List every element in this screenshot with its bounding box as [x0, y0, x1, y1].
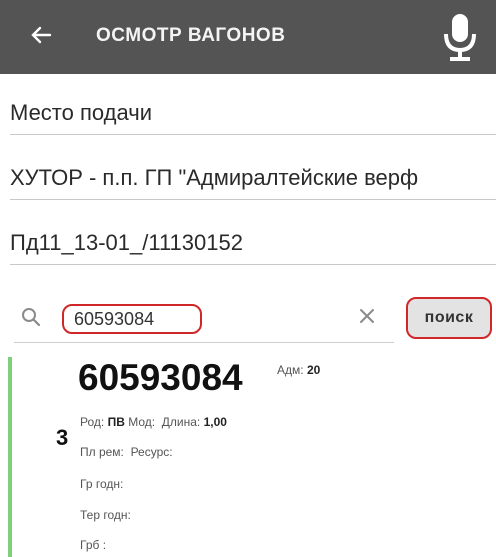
adm-value: 20: [306, 363, 321, 377]
rod-label: Род:: [80, 415, 105, 429]
rod-value: ПВ: [107, 415, 125, 429]
adm-label: Адм:: [277, 363, 304, 377]
microphone-icon[interactable]: [440, 10, 480, 64]
wagon-card[interactable]: 3 60593084 Адм: 20 Род: ПВ Мод: Длина: 1…: [8, 357, 496, 557]
search-input[interactable]: 60593084: [62, 304, 202, 334]
plrem-label: Пл рем:: [80, 445, 124, 459]
repair-line: Пл рем: Ресурс:: [80, 445, 173, 459]
place-label-field[interactable]: Место подачи: [10, 100, 496, 135]
grb-line: Грб :: [80, 538, 107, 552]
arrow-left-icon[interactable]: [30, 20, 52, 50]
length-value: 1,00: [203, 415, 227, 429]
card-index: 3: [56, 425, 69, 450]
adm-info: Адм: 20: [277, 363, 320, 377]
search-bar: 60593084 поиск: [0, 290, 496, 350]
gr-godn-line: Гр годн:: [80, 477, 124, 491]
mod-label: Мод:: [128, 415, 156, 429]
wagon-number: 60593084: [78, 357, 243, 398]
page-title: ОСМОТР ВАГОНОВ: [96, 25, 286, 46]
app-bar: ОСМОТР ВАГОНОВ: [0, 0, 496, 74]
search-button[interactable]: поиск: [406, 297, 492, 339]
search-underline: [14, 342, 394, 343]
rod-line: Род: ПВ Мод: Длина: 1,00: [80, 415, 227, 429]
length-label: Длина:: [161, 415, 201, 429]
search-icon: [22, 308, 41, 327]
resurs-label: Ресурс:: [130, 445, 173, 459]
ter-godn-line: Тер годн:: [80, 508, 131, 522]
close-icon[interactable]: [356, 305, 378, 327]
document-number-field[interactable]: Пд11_13-01_/11130152: [10, 230, 496, 265]
station-field[interactable]: ХУТОР - п.п. ГП "Адмиралтейские верф: [10, 165, 496, 200]
